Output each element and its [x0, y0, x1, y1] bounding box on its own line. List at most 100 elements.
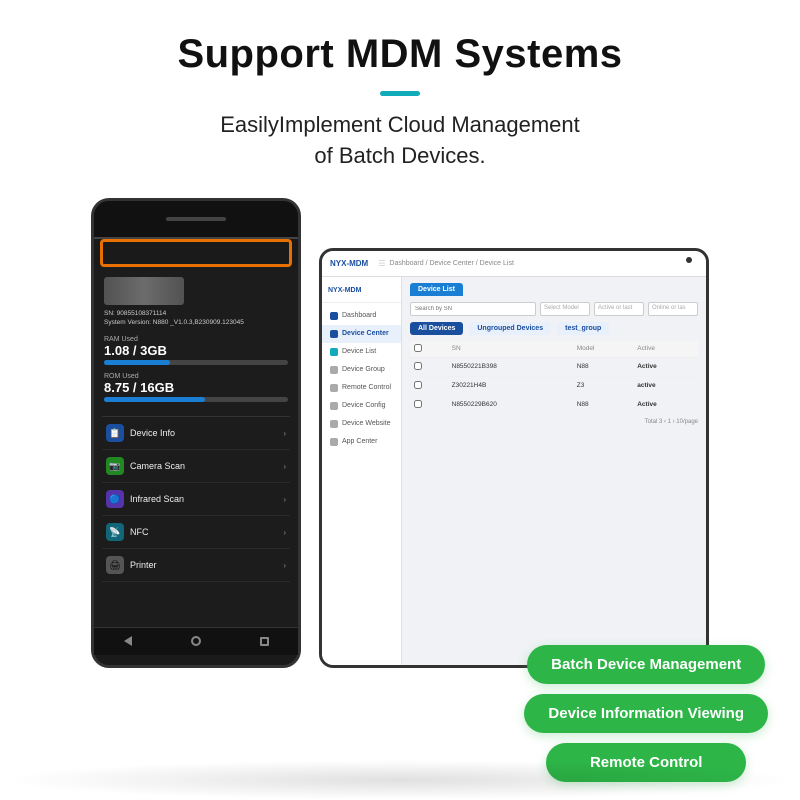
- tablet-screen: NYX-MDM ☰ Dashboard / Device Center / De…: [322, 251, 706, 665]
- active-filter[interactable]: Active or last: [594, 302, 644, 316]
- subtitle: EasilyImplement Cloud Management of Batc…: [0, 110, 800, 172]
- batch-management-btn[interactable]: Batch Device Management: [527, 645, 765, 684]
- menu-chevron-icon: ›: [283, 462, 286, 471]
- cell-sn: N8550221B398: [448, 357, 573, 376]
- sidebar-item-device-list[interactable]: Device List: [322, 343, 401, 361]
- sidebar-item-device-config[interactable]: Device Config: [322, 397, 401, 415]
- sidebar-item-device-center[interactable]: Device Center: [322, 325, 401, 343]
- menu-item[interactable]: 🔵 Infrared Scan ›: [102, 483, 290, 516]
- mdm-main: Device List Select Model Active or last …: [402, 277, 706, 665]
- select-all-checkbox[interactable]: [414, 344, 422, 352]
- rom-label: ROM Used: [104, 373, 288, 380]
- cell-model: N88: [573, 357, 634, 376]
- ram-label: RAM Used: [104, 336, 288, 343]
- row-checkbox[interactable]: [414, 362, 422, 370]
- model-filter[interactable]: Select Model: [540, 302, 590, 316]
- tablet-device: NYX-MDM ☰ Dashboard / Device Center / De…: [319, 248, 709, 668]
- menu-item[interactable]: 📡 NFC ›: [102, 516, 290, 549]
- sidebar-label: Device Center: [342, 330, 389, 337]
- device-blur-placeholder: [104, 277, 184, 305]
- row-checkbox[interactable]: [414, 400, 422, 408]
- menu-chevron-icon: ›: [283, 429, 286, 438]
- accent-bar: [380, 91, 420, 96]
- menu-item-icon: 🔵: [106, 490, 124, 508]
- menu-item-label: Device Info: [130, 428, 175, 438]
- back-icon: [124, 636, 132, 646]
- sidebar-label: Remote Control: [342, 384, 391, 391]
- mdm-breadcrumb: Dashboard / Device Center / Device List: [389, 260, 514, 267]
- mdm-tab-bar: Device List: [410, 283, 698, 296]
- main-title: Support MDM Systems: [0, 32, 800, 77]
- sidebar-item-device-website[interactable]: Device Website: [322, 415, 401, 433]
- sidebar-item-device-group[interactable]: Device Group: [322, 361, 401, 379]
- online-filter[interactable]: Online or las: [648, 302, 698, 316]
- sidebar-logo-area: NYX-MDM: [322, 283, 401, 303]
- rom-bar-fill: [104, 397, 205, 402]
- nav-recents-button[interactable]: [257, 634, 271, 648]
- menu-item[interactable]: 🖨 Printer ›: [102, 549, 290, 582]
- device-groups: All Devices Ungrouped Devices test_group: [410, 322, 698, 335]
- page-header: Support MDM Systems EasilyImplement Clou…: [0, 0, 800, 180]
- device-info-viewing-btn[interactable]: Device Information Viewing: [524, 694, 768, 733]
- device-sn: SN: 90855108371114 System Version: N880 …: [104, 309, 288, 329]
- search-sn-input[interactable]: [410, 302, 536, 316]
- mobile-bottom-nav: [94, 627, 298, 655]
- mdm-filter-row: Select Model Active or last Online or la…: [410, 302, 698, 316]
- cell-model: Z3: [573, 376, 634, 395]
- col-sn: SN: [448, 341, 573, 358]
- device-group-0[interactable]: All Devices: [410, 322, 463, 335]
- menu-item-label: Infrared Scan: [130, 494, 184, 504]
- row-checkbox[interactable]: [414, 381, 422, 389]
- mobile-screen: SN: 90855108371114 System Version: N880 …: [94, 267, 298, 627]
- sidebar-icon: [330, 366, 338, 374]
- col-active: Active: [633, 341, 698, 358]
- menu-item-icon: 📡: [106, 523, 124, 541]
- menu-item[interactable]: 📋 Device Info ›: [102, 417, 290, 450]
- menu-item-label: Printer: [130, 560, 157, 570]
- device-table: SN Model Active N8550221B398 N88 Active …: [410, 341, 698, 415]
- ram-bar-fill: [104, 360, 170, 365]
- sidebar-label: Device Group: [342, 366, 385, 373]
- recents-icon: [260, 637, 269, 646]
- menu-chevron-icon: ›: [283, 495, 286, 504]
- cell-active: active: [633, 376, 698, 395]
- mobile-speaker: [166, 217, 226, 221]
- sidebar-label: App Center: [342, 438, 377, 445]
- mdm-tab-device-list[interactable]: Device List: [410, 283, 463, 296]
- cell-sn: Z30221H4B: [448, 376, 573, 395]
- ram-value: 1.08 / 3GB: [104, 343, 288, 358]
- mdm-logo: NYX-MDM: [330, 259, 368, 268]
- sidebar-icon: [330, 420, 338, 428]
- pagination: Total 3 ‹ 1 › 10/page: [410, 419, 698, 425]
- tablet-camera: [686, 257, 692, 263]
- sidebar-icon: [330, 348, 338, 356]
- menu-item-label: NFC: [130, 527, 149, 537]
- mdm-body: NYX-MDM Dashboard Device Center Device L…: [322, 277, 706, 665]
- menu-item-icon: 📷: [106, 457, 124, 475]
- cell-sn: N8550229B620: [448, 395, 573, 414]
- menu-list: 📋 Device Info › 📷 Camera Scan › 🔵 Infrar…: [102, 416, 290, 582]
- device-group-2[interactable]: test_group: [557, 322, 609, 335]
- rom-value: 8.75 / 16GB: [104, 380, 288, 395]
- sidebar-icon: [330, 312, 338, 320]
- sidebar-item-app-center[interactable]: App Center: [322, 433, 401, 451]
- menu-chevron-icon: ›: [283, 528, 286, 537]
- sidebar-label: Device Website: [342, 420, 391, 427]
- sidebar-icon: [330, 438, 338, 446]
- nav-home-button[interactable]: [189, 634, 203, 648]
- menu-item-icon: 🖨: [106, 556, 124, 574]
- ground-shadow: [0, 760, 800, 800]
- col-checkbox: [410, 341, 448, 358]
- sidebar-label: Device Config: [342, 402, 386, 409]
- home-icon: [191, 636, 201, 646]
- device-group-1[interactable]: Ungrouped Devices: [469, 322, 551, 335]
- device-info-top: SN: 90855108371114 System Version: N880 …: [102, 273, 290, 413]
- menu-item[interactable]: 📷 Camera Scan ›: [102, 450, 290, 483]
- sidebar-item-remote-control[interactable]: Remote Control: [322, 379, 401, 397]
- mdm-top-bar: NYX-MDM ☰ Dashboard / Device Center / De…: [322, 251, 706, 277]
- table-row: N8550221B398 N88 Active: [410, 357, 698, 376]
- nav-back-button[interactable]: [121, 634, 135, 648]
- sidebar-item-dashboard[interactable]: Dashboard: [322, 307, 401, 325]
- ram-section: RAM Used 1.08 / 3GB: [104, 336, 288, 365]
- sidebar-label: Dashboard: [342, 312, 376, 319]
